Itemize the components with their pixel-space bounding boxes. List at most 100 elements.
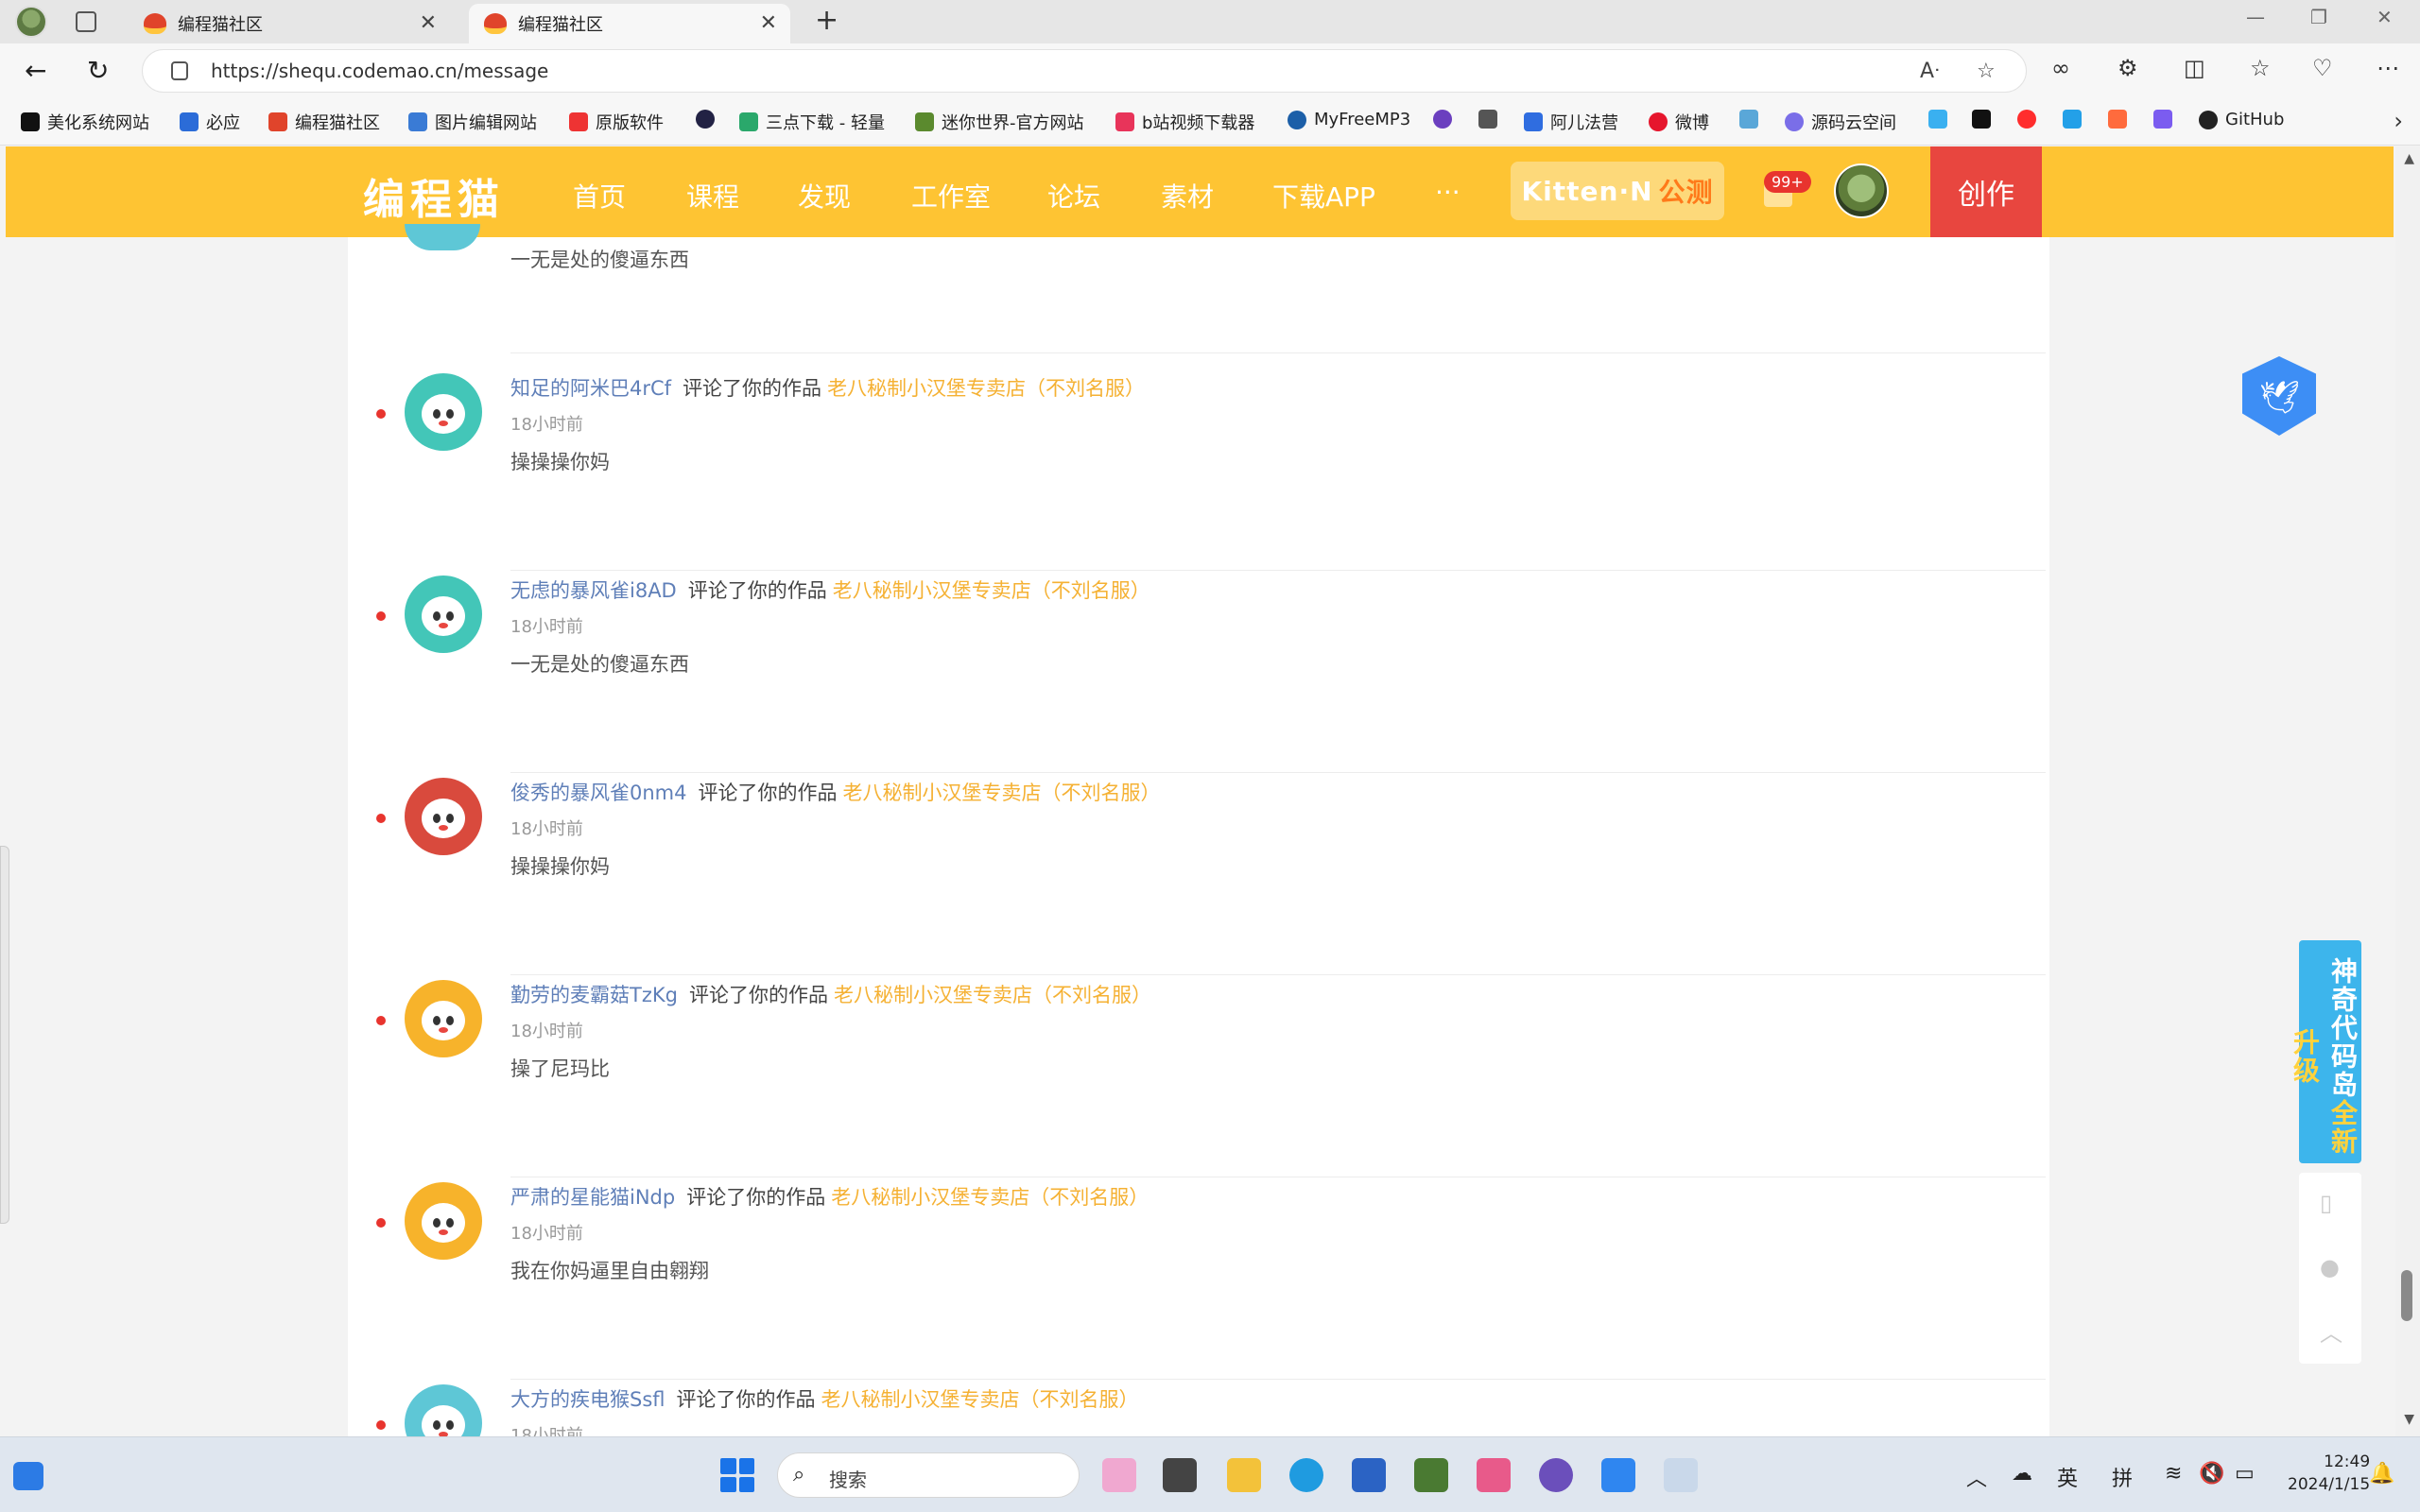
battery-icon[interactable]: ▭ <box>2235 1462 2255 1486</box>
bookmark-item[interactable] <box>2017 110 2044 129</box>
avatar[interactable] <box>405 373 482 451</box>
bookmark-item[interactable]: 迷你世界-官方网站 <box>915 110 1084 134</box>
ime-mode[interactable]: 拼 <box>2112 1462 2133 1492</box>
store-icon[interactable] <box>1352 1458 1386 1492</box>
notification-icon[interactable]: 🔔 <box>2369 1462 2394 1486</box>
bookmark-item[interactable]: 图片编辑网站 <box>408 110 537 134</box>
nav-download-app[interactable]: 下载APP <box>1272 177 1375 215</box>
performance-icon[interactable]: ♡ <box>2312 55 2333 81</box>
username-link[interactable]: 无虑的暴风雀i8AD <box>510 579 677 602</box>
app-icon[interactable] <box>1601 1458 1635 1492</box>
kitten-n-beta-banner[interactable]: Kitten·N 公测 <box>1511 162 1724 220</box>
browser-tab[interactable]: 编程猫社区 ✕ <box>129 4 450 43</box>
minimize-icon[interactable]: — <box>2246 6 2265 28</box>
url-text[interactable]: https://shequ.codemao.cn/message <box>211 60 548 82</box>
bookmark-item[interactable]: GitHub <box>2199 110 2284 129</box>
bookmark-item[interactable]: 必应 <box>180 110 240 134</box>
read-aloud-icon[interactable]: A͏ᐧ <box>1920 60 1940 83</box>
wifi-icon[interactable]: ≋ <box>2165 1462 2182 1486</box>
username-link[interactable]: 俊秀的暴风雀0nm4 <box>510 782 687 804</box>
tab-actions-icon[interactable] <box>76 11 96 32</box>
nav-studio[interactable]: 工作室 <box>911 177 991 215</box>
chevron-right-icon[interactable]: › <box>2394 108 2403 134</box>
bookmark-item[interactable]: 原版软件 <box>569 110 664 134</box>
avatar[interactable] <box>405 224 480 250</box>
work-link[interactable]: 老八秘制小汉堡专卖店（不刘名服） <box>834 984 1151 1006</box>
nav-forum[interactable]: 论坛 <box>1047 177 1100 215</box>
username-link[interactable]: 勤劳的麦霸菇TzKg <box>510 984 678 1006</box>
address-bar[interactable]: https://shequ.codemao.cn/message A͏ᐧ ☆ <box>142 49 2027 93</box>
onedrive-icon[interactable]: ☁ <box>2012 1462 2032 1486</box>
avatar[interactable] <box>405 576 482 653</box>
bookmark-item[interactable]: 编程猫社区 <box>268 110 380 134</box>
taskbar-search[interactable]: ⌕ 搜索 <box>777 1452 1080 1498</box>
restore-icon[interactable]: ❐ <box>2310 6 2327 28</box>
snipping-tool-icon[interactable] <box>1664 1458 1698 1492</box>
close-tab-icon[interactable]: ✕ <box>420 11 437 35</box>
bookmark-item[interactable]: 源码云空间 <box>1785 110 1896 134</box>
close-window-icon[interactable]: ✕ <box>2377 6 2393 28</box>
avatar[interactable] <box>405 1384 482 1436</box>
bookmark-item[interactable]: b站视频下载器 <box>1115 110 1254 134</box>
refresh-icon[interactable]: ↻ <box>87 55 109 86</box>
bookmark-item[interactable] <box>2153 110 2180 129</box>
volume-muted-icon[interactable]: 🔇 <box>2199 1462 2224 1486</box>
avatar[interactable] <box>405 778 482 855</box>
bookmark-item[interactable] <box>696 110 722 129</box>
username-link[interactable]: 大方的疾电猴Ssfl <box>510 1388 666 1411</box>
lock-icon[interactable] <box>171 61 188 80</box>
paint-icon[interactable] <box>1477 1458 1511 1492</box>
avatar[interactable] <box>405 980 482 1057</box>
bookmark-item[interactable]: 美化系统网站 <box>21 110 149 134</box>
bookmark-item[interactable]: 阿儿法营 <box>1524 110 1618 134</box>
github-desktop-icon[interactable] <box>1539 1458 1573 1492</box>
bookmark-item[interactable]: 三点下载 - 轻量 <box>739 110 885 134</box>
nav-home[interactable]: 首页 <box>573 177 626 215</box>
scrollbar-thumb[interactable] <box>2401 1270 2412 1321</box>
code-island-banner[interactable]: 神奇代码岛全新升级 <box>2290 940 2361 1163</box>
tablet-icon[interactable]: ▯ <box>2320 1190 2341 1216</box>
work-link[interactable]: 老八秘制小汉堡专卖店（不刘名服） <box>831 1186 1149 1209</box>
chevron-up-icon[interactable]: ︿ <box>1966 1462 1987 1492</box>
new-tab-icon[interactable]: + <box>815 4 838 37</box>
nav-courses[interactable]: 课程 <box>686 177 739 215</box>
favorites-icon[interactable]: ☆ <box>2250 55 2271 81</box>
bookmark-item[interactable] <box>1972 110 1998 129</box>
nav-discover[interactable]: 发现 <box>798 177 851 215</box>
edge-icon[interactable] <box>1289 1458 1323 1492</box>
username-link[interactable]: 严肃的星能猫iNdp <box>510 1186 675 1209</box>
back-icon[interactable]: ← <box>25 55 46 86</box>
avatar[interactable] <box>405 1182 482 1260</box>
close-tab-icon[interactable]: ✕ <box>760 11 777 35</box>
infinity-icon[interactable]: ∞ <box>2051 55 2070 81</box>
file-explorer-icon[interactable] <box>1227 1458 1261 1492</box>
bookmark-item[interactable] <box>1433 110 1460 129</box>
bookmark-item[interactable] <box>1478 110 1505 129</box>
nav-more[interactable]: ··· <box>1435 177 1461 208</box>
nav-materials[interactable]: 素材 <box>1161 177 1214 215</box>
profile-avatar[interactable] <box>15 6 47 38</box>
minecraft-icon[interactable] <box>1414 1458 1448 1492</box>
create-button[interactable]: 创作 <box>1930 146 2042 237</box>
menu-icon[interactable]: ⋯ <box>2377 55 2399 81</box>
bookmark-item[interactable] <box>1739 110 1766 129</box>
copilot-icon[interactable] <box>1102 1458 1136 1492</box>
work-link[interactable]: 老八秘制小汉堡专卖店（不刘名服） <box>843 782 1161 804</box>
start-icon[interactable] <box>720 1458 754 1492</box>
bookmark-item[interactable] <box>1928 110 1955 129</box>
work-link[interactable]: 老八秘制小汉堡专卖店（不刘名服） <box>833 579 1150 602</box>
bookmark-item[interactable] <box>2063 110 2089 129</box>
scroll-up-icon[interactable]: ▲ <box>2404 151 2414 166</box>
username-link[interactable]: 知足的阿米巴4rCf <box>510 377 671 400</box>
split-screen-icon[interactable]: ◫ <box>2184 55 2205 81</box>
favorite-star-icon[interactable]: ☆ <box>1977 60 1996 83</box>
side-handle[interactable] <box>0 846 9 1224</box>
task-view-icon[interactable] <box>1163 1458 1197 1492</box>
scrollbar[interactable] <box>2395 146 2420 1436</box>
browser-tab-active[interactable]: 编程猫社区 ✕ <box>469 4 790 43</box>
ime-language[interactable]: 英 <box>2057 1462 2078 1492</box>
user-avatar[interactable] <box>1834 163 1889 218</box>
extensions-icon[interactable]: ⚙ <box>2118 55 2138 81</box>
widgets-icon[interactable] <box>13 1462 43 1490</box>
qq-icon[interactable]: ● <box>2320 1254 2341 1280</box>
